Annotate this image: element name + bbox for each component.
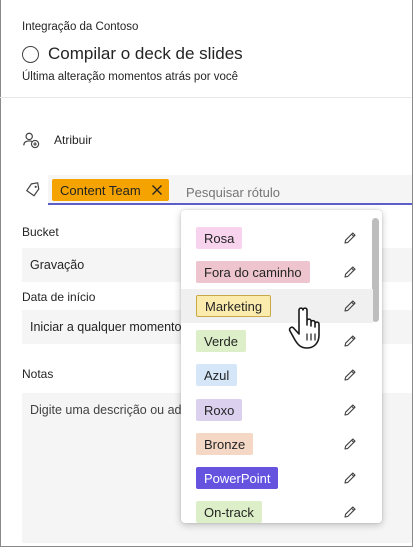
pencil-icon[interactable] — [343, 505, 357, 519]
start-date-label: Data de início — [22, 290, 96, 304]
header-divider — [0, 97, 411, 98]
label-picker[interactable]: Content Team — [48, 175, 412, 205]
dropdown-scrollbar[interactable] — [372, 218, 379, 322]
label-option[interactable]: Bronze — [181, 427, 373, 461]
label-option[interactable]: PowerPoint — [181, 461, 373, 495]
selected-label-chip: Content Team — [52, 179, 169, 201]
last-modified-text: Última alteração momentos atrás por você — [22, 71, 239, 83]
add-person-icon — [23, 132, 40, 149]
label-option-chip: Rosa — [196, 227, 243, 249]
label-option[interactable]: Verde — [181, 324, 373, 358]
task-title[interactable]: Compilar o deck de slides — [48, 44, 243, 64]
hand-pointer-icon — [288, 307, 320, 349]
plan-name: Integração da Contoso — [22, 21, 139, 33]
assign-button[interactable]: Atribuir — [22, 131, 92, 149]
label-dropdown: Rosa Fora do caminho Marketing Verde Azul Rox… — [181, 210, 382, 523]
label-option-chip: Marketing — [196, 295, 272, 317]
pencil-icon[interactable] — [343, 231, 357, 245]
label-option-chip: On-track — [196, 501, 262, 523]
label-option[interactable]: Fora do caminho — [181, 255, 373, 289]
label-option-chip: Verde — [196, 330, 246, 352]
label-option[interactable]: On-track — [181, 495, 373, 523]
bucket-label: Bucket — [22, 225, 59, 239]
pencil-icon[interactable] — [343, 403, 357, 417]
complete-task-radio[interactable] — [22, 45, 39, 63]
assign-label: Atribuir — [54, 133, 93, 147]
label-option-chip: Roxo — [196, 399, 243, 421]
close-icon[interactable] — [151, 184, 163, 196]
label-search-input[interactable] — [186, 185, 376, 200]
label-option-chip: PowerPoint — [196, 467, 279, 489]
label-option-chip: Fora do caminho — [196, 261, 310, 283]
label-option[interactable]: Roxo — [181, 393, 373, 427]
tag-icon — [26, 182, 40, 197]
label-option-chip: Azul — [196, 364, 238, 386]
pencil-icon[interactable] — [343, 299, 357, 313]
pencil-icon[interactable] — [343, 265, 357, 279]
pencil-icon[interactable] — [343, 368, 357, 382]
pencil-icon[interactable] — [343, 471, 357, 485]
label-option[interactable]: Rosa — [181, 221, 373, 255]
label-option-chip: Bronze — [196, 433, 254, 455]
pencil-icon[interactable] — [343, 334, 357, 348]
label-option[interactable]: Azul — [181, 358, 373, 392]
notes-label: Notas — [22, 367, 54, 381]
label-option[interactable]: Marketing — [181, 289, 373, 323]
selected-label-text: Content Team — [60, 182, 141, 198]
task-title-row: Compilar o deck de slides — [22, 44, 243, 64]
pencil-icon[interactable] — [343, 437, 357, 451]
